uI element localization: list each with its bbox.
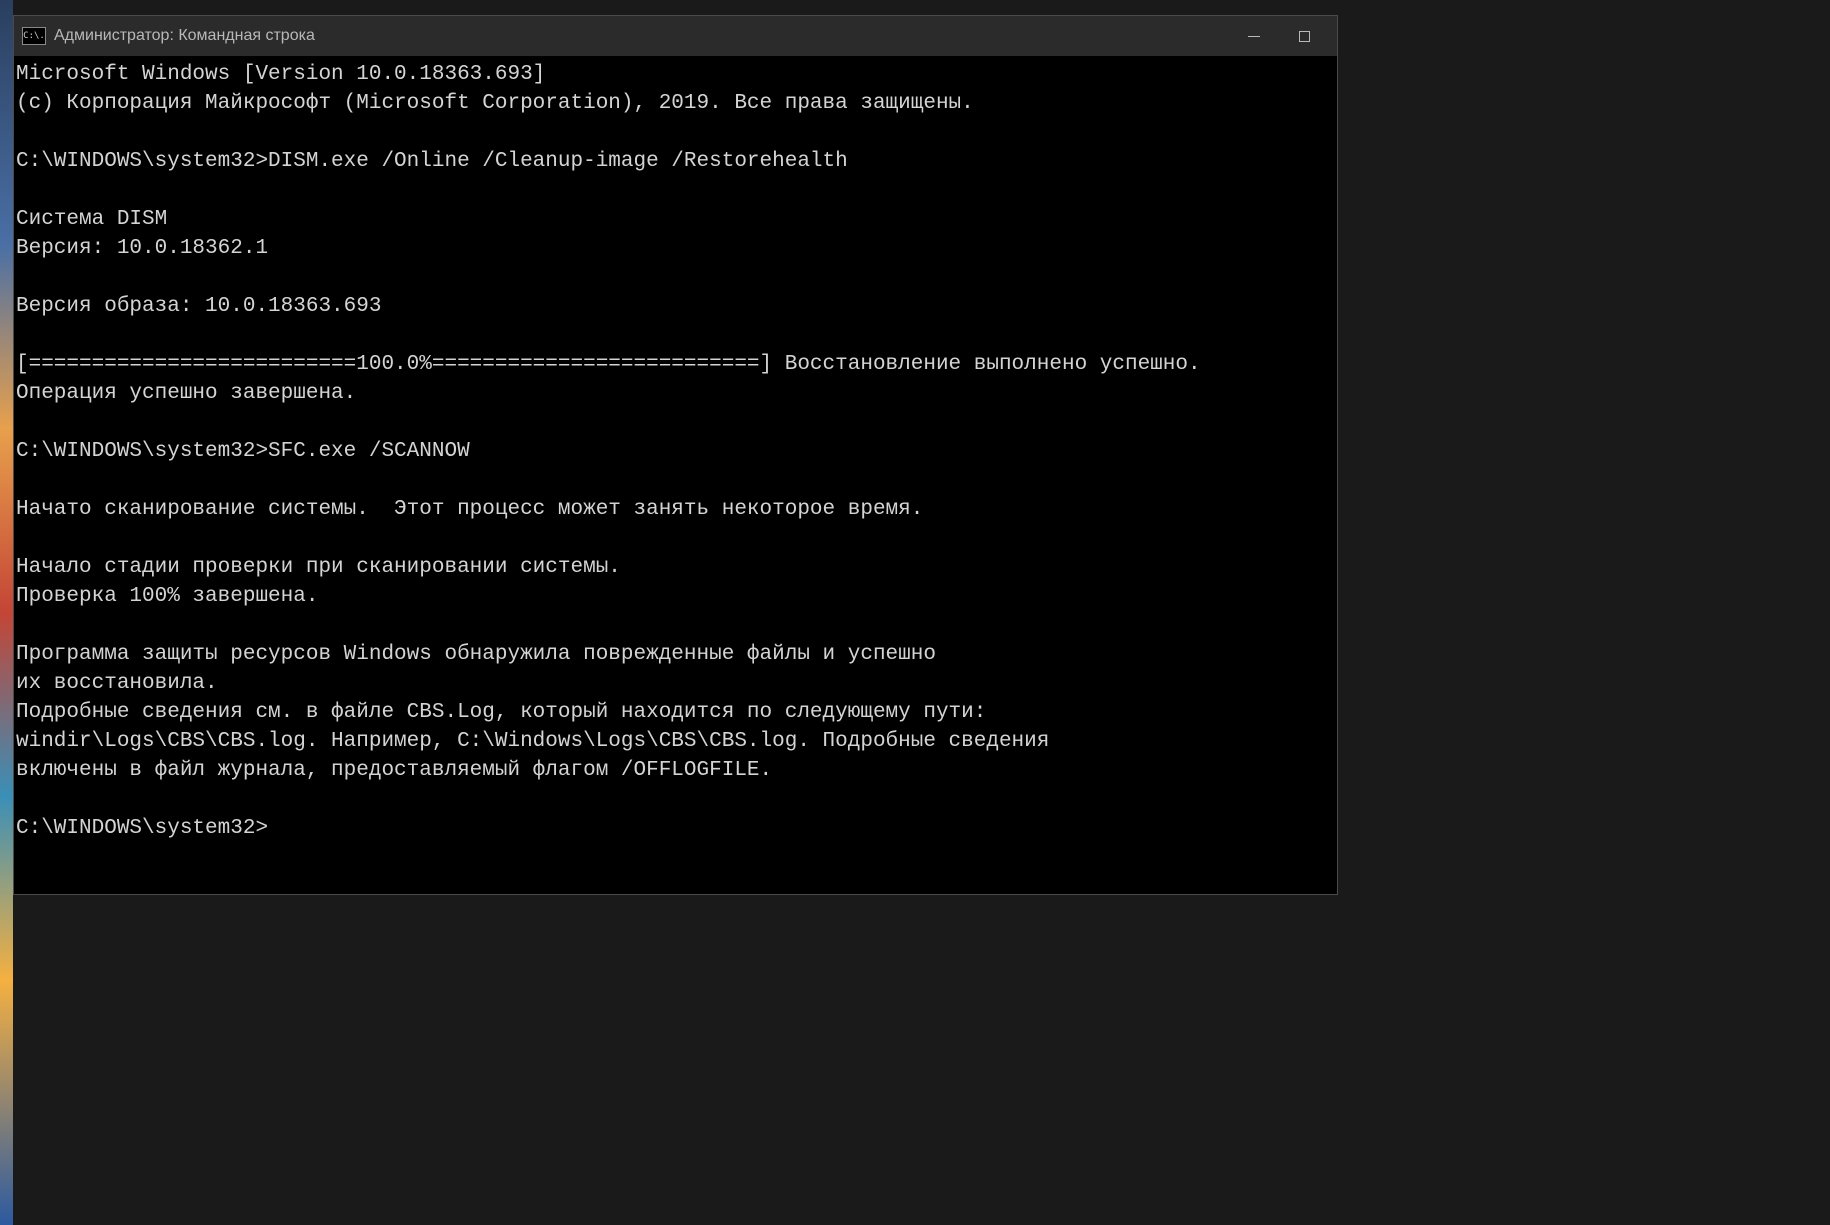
terminal-line <box>16 785 1335 814</box>
terminal-line: Версия: 10.0.18362.1 <box>16 234 1335 263</box>
terminal-line: Программа защиты ресурсов Windows обнару… <box>16 640 1335 669</box>
titlebar[interactable]: C:\. Администратор: Командная строка <box>14 16 1337 56</box>
terminal-line: Cистема DISM <box>16 205 1335 234</box>
terminal-line: включены в файл журнала, предоставляемый… <box>16 756 1335 785</box>
minimize-icon <box>1248 36 1260 37</box>
terminal-line <box>16 611 1335 640</box>
terminal-line <box>16 321 1335 350</box>
terminal-line: Начато сканирование системы. Этот процес… <box>16 495 1335 524</box>
terminal-line: Начало стадии проверки при сканировании … <box>16 553 1335 582</box>
command-prompt-window: C:\. Администратор: Командная строка Mic… <box>13 15 1338 895</box>
terminal-line: Проверка 100% завершена. <box>16 582 1335 611</box>
terminal-line: C:\WINDOWS\system32> <box>16 814 1335 843</box>
terminal-line <box>16 176 1335 205</box>
terminal-line: [==========================100.0%=======… <box>16 350 1335 379</box>
terminal-line: C:\WINDOWS\system32>SFC.exe /SCANNOW <box>16 437 1335 466</box>
window-title: Администратор: Командная строка <box>54 27 1229 45</box>
terminal-line <box>16 118 1335 147</box>
terminal-line: windir\Logs\CBS\CBS.log. Например, C:\Wi… <box>16 727 1335 756</box>
minimize-button[interactable] <box>1229 16 1279 56</box>
terminal-line: C:\WINDOWS\system32>DISM.exe /Online /Cl… <box>16 147 1335 176</box>
desktop-background <box>0 0 13 1225</box>
terminal-line <box>16 466 1335 495</box>
terminal-line: Microsoft Windows [Version 10.0.18363.69… <box>16 60 1335 89</box>
window-controls <box>1229 16 1329 56</box>
terminal-line: Версия образа: 10.0.18363.693 <box>16 292 1335 321</box>
cmd-icon: C:\. <box>22 27 46 45</box>
terminal-line <box>16 263 1335 292</box>
terminal-line <box>16 408 1335 437</box>
terminal-output[interactable]: Microsoft Windows [Version 10.0.18363.69… <box>14 56 1337 894</box>
terminal-line <box>16 524 1335 553</box>
terminal-line: (c) Корпорация Майкрософт (Microsoft Cor… <box>16 89 1335 118</box>
terminal-line: Операция успешно завершена. <box>16 379 1335 408</box>
maximize-button[interactable] <box>1279 16 1329 56</box>
terminal-line: Подробные сведения см. в файле CBS.Log, … <box>16 698 1335 727</box>
maximize-icon <box>1299 31 1310 42</box>
terminal-line: их восстановила. <box>16 669 1335 698</box>
